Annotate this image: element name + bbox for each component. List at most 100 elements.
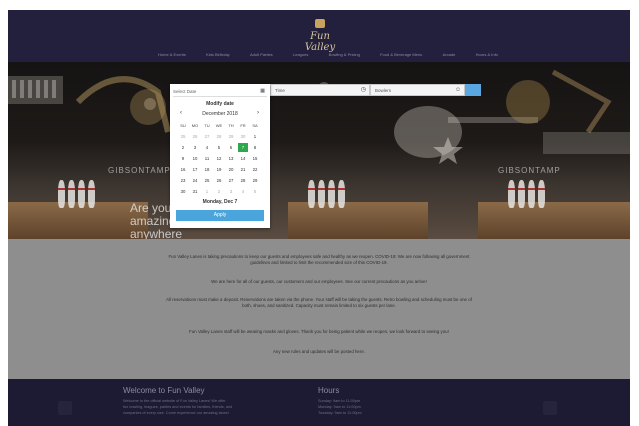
calendar-day[interactable]: 23 xyxy=(178,176,188,185)
calendar-day[interactable]: 3 xyxy=(226,187,236,196)
calendar-day[interactable]: 29 xyxy=(250,176,260,185)
calendar-month: December 2018 xyxy=(202,111,238,117)
calendar-day[interactable]: 25 xyxy=(178,132,188,141)
calendar-day[interactable]: 27 xyxy=(226,176,236,185)
calendar-icon: ▦ xyxy=(260,88,265,94)
calendar-day[interactable]: 2 xyxy=(178,143,188,152)
calendar-day[interactable]: 4 xyxy=(238,187,248,196)
calendar-day[interactable]: 14 xyxy=(238,154,248,163)
footer-badge xyxy=(543,401,557,415)
calendar-day[interactable]: 5 xyxy=(214,143,224,152)
time-select[interactable]: Time ◷ xyxy=(270,84,370,96)
bowling-pin xyxy=(308,180,315,208)
selected-date-label: Monday, Dec 7 xyxy=(202,199,238,205)
nav-item-hours-info[interactable]: Hours & Info xyxy=(476,52,498,60)
nav-item-adult-parties[interactable]: Adult Parties xyxy=(250,52,273,60)
bowling-pin xyxy=(328,180,335,208)
logo[interactable]: Fun Valley xyxy=(298,17,342,53)
footer-hours-title: Hours xyxy=(318,386,340,395)
calendar-day[interactable]: 28 xyxy=(214,132,224,141)
calendar-day[interactable]: 30 xyxy=(238,132,248,141)
calendar-day[interactable]: 16 xyxy=(178,165,188,174)
footer-hours-line: Tuesday: 9am to 11:00pm xyxy=(318,411,362,415)
calendar-day[interactable]: 21 xyxy=(238,165,248,174)
brand-sign-left: GIBSONTAMP xyxy=(108,166,171,175)
calendar-day[interactable]: 26 xyxy=(190,132,200,141)
calendar-day[interactable]: 11 xyxy=(202,154,212,163)
calendar-day[interactable]: 30 xyxy=(178,187,188,196)
time-placeholder: Time xyxy=(275,88,285,93)
prev-month-button[interactable]: ‹ xyxy=(180,110,182,116)
calendar-day[interactable]: 27 xyxy=(202,132,212,141)
site-header: Fun Valley Home & Events Kids Birthday A… xyxy=(8,10,630,62)
calendar-day[interactable]: 2 xyxy=(214,187,224,196)
calendar-day[interactable]: 31 xyxy=(190,187,200,196)
calendar-day[interactable]: 5 xyxy=(250,187,260,196)
weekday-label: TU xyxy=(204,123,210,128)
weekday-label: SU xyxy=(180,123,186,128)
date-placeholder: Select Date xyxy=(173,89,197,94)
footer-welcome-text: Welcome to the official website of Fun V… xyxy=(123,398,232,416)
nav-item-arcade[interactable]: Arcade xyxy=(443,52,456,60)
bowlers-placeholder: Bowlers xyxy=(375,88,392,93)
footer-badge xyxy=(58,401,72,415)
calendar-title: Modify date xyxy=(206,101,234,107)
calendar-day[interactable]: 25 xyxy=(202,176,212,185)
next-month-button[interactable]: › xyxy=(257,110,259,116)
calendar-day[interactable]: 18 xyxy=(202,165,212,174)
weekday-label: FR xyxy=(240,123,246,128)
calendar-day[interactable]: 13 xyxy=(226,154,236,163)
covid-paragraph: We are here for all of our guests, our c… xyxy=(211,279,427,284)
bowling-pin xyxy=(78,180,85,208)
music-instruments-art xyxy=(8,69,630,164)
date-input[interactable]: Select Date ▦ xyxy=(173,87,267,97)
calendar-day[interactable]: 6 xyxy=(226,143,236,152)
bowlers-select[interactable]: Bowlers ☺ xyxy=(370,84,465,96)
calendar-day[interactable]: 20 xyxy=(226,165,236,174)
bowling-pin xyxy=(338,180,345,208)
hero-line: anywhere xyxy=(130,227,183,240)
covid-paragraph: Fun Valley Lanes is taking precautions t… xyxy=(168,254,470,266)
calendar-day[interactable]: 4 xyxy=(202,143,212,152)
bowling-lane xyxy=(478,202,630,239)
site-footer: Welcome to Fun Valley Welcome to the off… xyxy=(8,379,630,426)
weekday-label: MO xyxy=(191,123,199,128)
calendar-day[interactable]: 3 xyxy=(190,143,200,152)
calendar-day[interactable]: 17 xyxy=(190,165,200,174)
nav-item-bowling-pricing[interactable]: Bowling & Pricing xyxy=(329,52,360,60)
nav-item-kids-birthday[interactable]: Kids Birthday xyxy=(206,52,230,60)
calendar-day[interactable]: 12 xyxy=(214,154,224,163)
weekday-label: WE xyxy=(215,123,223,128)
bowling-pin xyxy=(538,180,545,208)
calendar-day[interactable]: 8 xyxy=(250,143,260,152)
calendar-day[interactable]: 10 xyxy=(190,154,200,163)
calendar-day[interactable]: 1 xyxy=(250,132,260,141)
apply-button[interactable]: Apply xyxy=(176,210,264,221)
page: Fun Valley Home & Events Kids Birthday A… xyxy=(8,10,630,426)
spotlight xyxy=(144,98,156,110)
calendar-day[interactable]: 19 xyxy=(214,165,224,174)
calendar-day[interactable]: 26 xyxy=(214,176,224,185)
footer-hours-text: Sunday: 9am to 11:00pm Monday: 9am to 11… xyxy=(318,398,362,416)
calendar-day[interactable]: 7 xyxy=(238,143,248,152)
nav-item-home[interactable]: Home & Events xyxy=(158,52,186,60)
weekday-label: SA xyxy=(252,123,258,128)
footer-welcome-line: companies of every size. Come experience… xyxy=(123,411,229,415)
bowling-lane xyxy=(8,202,148,239)
calendar-day[interactable]: 29 xyxy=(226,132,236,141)
calendar-day[interactable]: 24 xyxy=(190,176,200,185)
calendar-day[interactable]: 28 xyxy=(238,176,248,185)
logo-text: Fun Valley xyxy=(304,31,336,53)
calendar-day[interactable]: 15 xyxy=(250,154,260,163)
calendar-day[interactable]: 9 xyxy=(178,154,188,163)
nav-item-leagues[interactable]: Leagues xyxy=(293,52,308,60)
covid-paragraph: Any new rules and updates will be posted… xyxy=(272,349,366,354)
calendar-day[interactable]: 1 xyxy=(202,187,212,196)
search-button[interactable] xyxy=(465,84,481,96)
bowling-pin xyxy=(508,180,515,208)
nav-item-food-menu[interactable]: Food & Beverage Menu xyxy=(380,52,422,60)
calendar-day[interactable]: 22 xyxy=(250,165,260,174)
date-picker-popup: Select Date ▦ Modify date ‹ December 201… xyxy=(170,84,270,228)
covid-paragraph: Fun Valley Lanes staff will be wearing m… xyxy=(189,329,449,334)
bowling-pin xyxy=(58,180,65,208)
